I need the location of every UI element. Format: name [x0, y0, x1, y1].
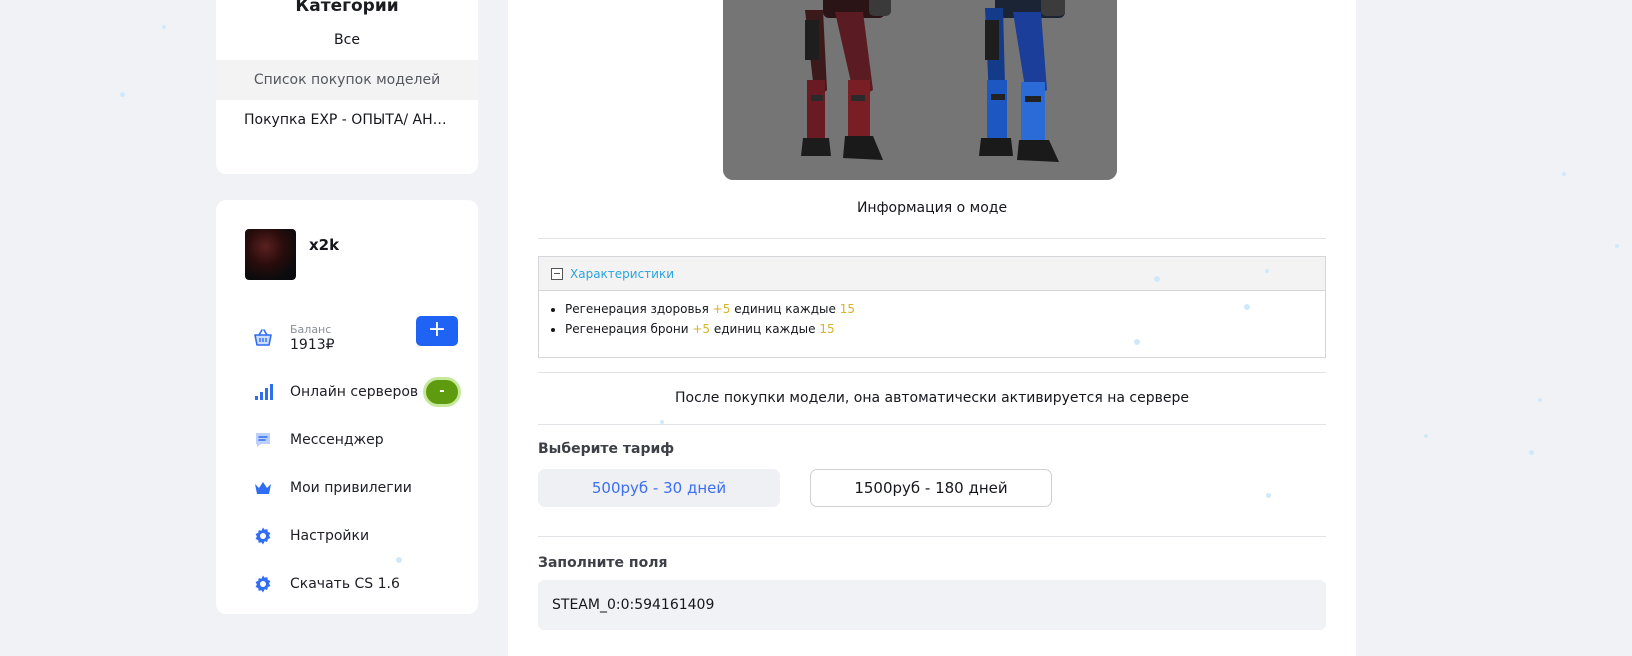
balance-label: Баланс	[290, 323, 332, 336]
online-servers-badge[interactable]: -	[426, 380, 458, 404]
snowflake-decoration	[1424, 434, 1428, 438]
menu-item-privileges[interactable]: Мои привилегии	[253, 468, 458, 508]
signal-bars-icon	[253, 382, 273, 402]
balance-block: Баланс 1913₽	[290, 323, 335, 353]
menu-item-label: Мессенджер	[290, 432, 384, 448]
menu-item-settings[interactable]: Настройки	[253, 516, 458, 556]
balance-row: Баланс 1913₽ +	[253, 316, 458, 358]
menu-item-label: Скачать CS 1.6	[290, 576, 400, 592]
fields-label: Заполните поля	[538, 555, 668, 571]
snowflake-decoration	[1538, 398, 1542, 402]
snowflake-decoration	[1244, 304, 1250, 310]
snowflake-decoration	[660, 420, 664, 424]
categories-title: Категории	[295, 0, 399, 16]
gear-icon	[253, 574, 273, 594]
divider	[538, 372, 1326, 373]
snowflake-decoration	[1529, 450, 1534, 455]
menu-item-label: Онлайн серверов	[290, 384, 419, 400]
category-item-models[interactable]: Список покупок моделей	[216, 60, 478, 100]
category-item-exp[interactable]: Покупка EXP - ОПЫТА/ АНЕ...	[216, 100, 478, 140]
menu-item-download-cs[interactable]: Скачать CS 1.6	[253, 564, 458, 604]
snowflake-decoration	[396, 557, 402, 563]
menu-item-label: Мои привилегии	[290, 480, 412, 496]
features-list: Регенерация здоровья +5 единиц каждые 15…	[539, 299, 1325, 339]
menu-item-label: Настройки	[290, 528, 370, 544]
divider	[538, 536, 1326, 537]
divider	[538, 238, 1326, 239]
tariff-label: Выберите тариф	[538, 441, 675, 457]
spoiler-title[interactable]: Характеристики	[570, 267, 674, 281]
snowflake-decoration	[1615, 244, 1619, 248]
snowflake-decoration	[1265, 269, 1269, 273]
user-card: x2k Баланс 1913₽ + Онлайн серверов - Мес…	[216, 200, 478, 614]
info-title: Информация о моде	[856, 200, 1008, 216]
chat-icon	[253, 430, 273, 450]
menu-item-messenger[interactable]: Мессенджер	[253, 420, 458, 460]
balance-value: 1913₽	[290, 337, 335, 353]
after-buy-note: После покупки модели, она автоматически …	[675, 390, 1189, 406]
main-panel: Информация о моде Характеристики Регенер…	[508, 0, 1356, 656]
category-item-all[interactable]: Все	[216, 20, 478, 60]
spoiler-header[interactable]: Характеристики	[539, 257, 1325, 291]
divider	[538, 424, 1326, 425]
characteristics-spoiler: Характеристики Регенерация здоровья +5 е…	[538, 256, 1326, 358]
list-item: Регенерация брони +5 единиц каждые 15	[565, 319, 1325, 339]
gear-icon	[253, 526, 273, 546]
snowflake-decoration	[1562, 172, 1566, 176]
menu-item-online-servers[interactable]: Онлайн серверов -	[253, 372, 458, 412]
snowflake-decoration	[1154, 276, 1160, 282]
list-item: Регенерация здоровья +5 единиц каждые 15	[565, 299, 1325, 319]
basket-icon	[253, 328, 273, 348]
minus-box-icon[interactable]	[551, 267, 563, 280]
snowflake-decoration	[1134, 339, 1140, 345]
snowflake-decoration	[120, 92, 125, 97]
model-preview-image	[723, 0, 1117, 180]
categories-card: Категории Все Список покупок моделей Пок…	[216, 0, 478, 174]
snowflake-decoration	[162, 25, 166, 29]
avatar[interactable]	[245, 229, 296, 280]
username: x2k	[309, 236, 340, 254]
tariff-option-180-days[interactable]: 1500руб - 180 дней	[810, 469, 1052, 507]
snowflake-decoration	[1266, 493, 1271, 498]
tariff-option-30-days[interactable]: 500руб - 30 дней	[538, 469, 780, 507]
steam-id-input[interactable]: STEAM_0:0:594161409	[538, 580, 1326, 630]
add-balance-button[interactable]: +	[416, 316, 458, 346]
crown-icon	[253, 478, 273, 498]
